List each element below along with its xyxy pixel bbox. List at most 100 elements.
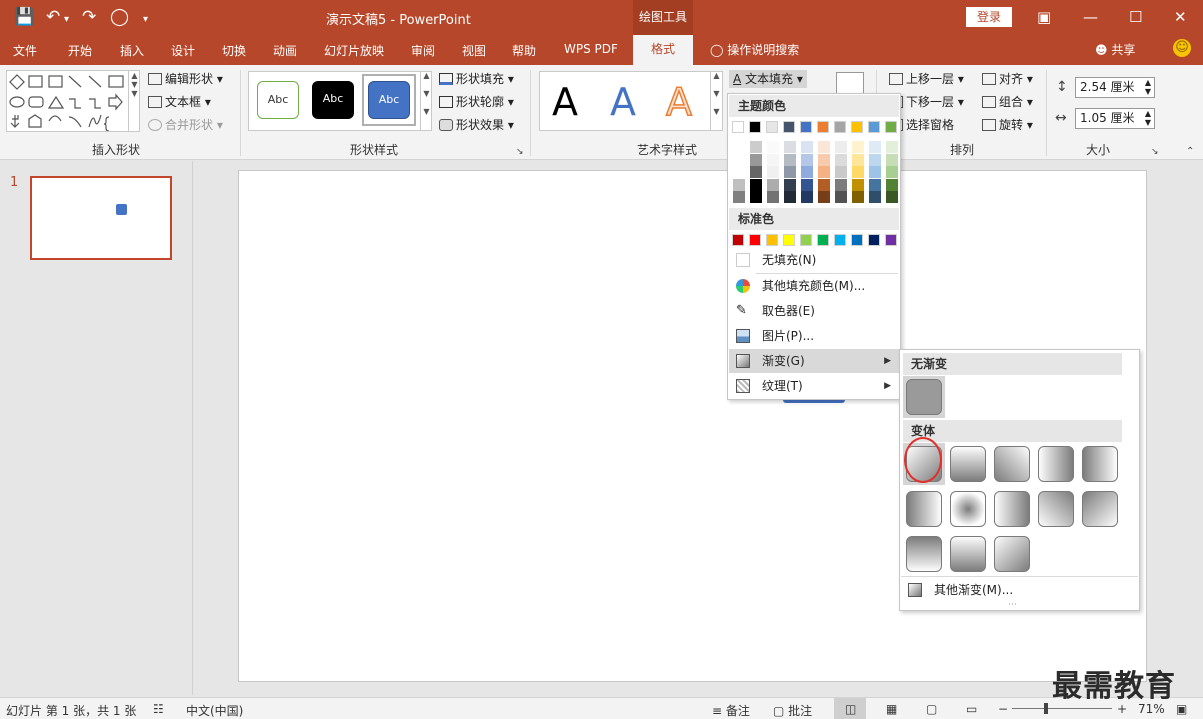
theme-shade-swatch[interactable] [784,153,796,166]
theme-color-swatch[interactable] [800,121,812,133]
theme-shade-swatch[interactable] [750,141,762,153]
comments-button[interactable]: ▢ 批注 [773,702,812,719]
theme-shade-swatch[interactable] [801,178,813,191]
standard-color-swatch[interactable] [783,234,795,246]
theme-shade-swatch[interactable] [835,191,847,203]
gradient-variant-4[interactable] [1038,446,1074,482]
theme-shade-swatch[interactable] [784,166,796,178]
theme-shade-swatch[interactable] [750,191,762,203]
more-fill-colors-item[interactable]: 其他填充颜色(M)... [729,274,899,298]
zoom-slider-thumb[interactable] [1044,703,1048,714]
gradient-variant-13[interactable] [994,536,1030,572]
theme-shade-swatch[interactable] [886,191,898,203]
slide-thumbnail[interactable] [30,176,172,260]
texture-fill-item[interactable]: 纹理(T) ▶ [729,374,899,398]
group-button[interactable]: 组合 ▾ [982,94,1033,110]
tab-design[interactable]: 设计 [171,42,195,59]
shape-width-input[interactable]: 1.05 厘米 ▲ ▼ [1075,108,1155,129]
theme-shade-swatch[interactable] [869,178,881,191]
standard-color-swatch[interactable] [766,234,778,246]
wordart-scroll[interactable]: ▲ ▼ ▼ [710,71,722,131]
align-button[interactable]: 对齐 ▾ [982,71,1033,87]
shape-style-blue[interactable]: Abc [368,81,410,119]
language-status[interactable]: 中文(中国) [186,702,243,719]
tell-me-search[interactable]: ◯ 操作说明搜索 [710,41,799,58]
no-fill-item[interactable]: 无填充(N) [729,248,899,272]
theme-shade-swatch[interactable] [784,178,796,191]
theme-shade-swatch[interactable] [801,191,813,203]
edit-shape-button[interactable]: 编辑形状 ▾ [148,71,223,87]
text-fill-button[interactable]: A 文本填充 ▾ [729,70,807,88]
tab-insert[interactable]: 插入 [120,42,144,59]
theme-shade-swatch[interactable] [733,178,745,191]
eyedropper-item[interactable]: ✎ 取色器(E) [729,299,899,323]
standard-color-swatch[interactable] [851,234,863,246]
slide-sorter-icon[interactable]: ▦ [886,702,897,716]
picture-fill-item[interactable]: 图片(P)... [729,324,899,348]
theme-shade-swatch[interactable] [801,166,813,178]
theme-shade-swatch[interactable] [767,166,779,178]
wordart-blue[interactable]: A [610,80,636,124]
theme-shade-swatch[interactable] [818,166,830,178]
theme-shade-swatch[interactable] [767,178,779,191]
collapse-ribbon-icon[interactable]: ⌃ [1186,145,1194,159]
gradient-variant-2[interactable] [950,446,986,482]
ribbon-display-options-icon[interactable]: ▣ [1037,7,1051,27]
standard-color-swatch[interactable] [732,234,744,246]
login-button[interactable]: 登录 [966,7,1012,27]
theme-shade-swatch[interactable] [767,141,779,153]
share-button[interactable]: ☻ 共享 [1095,41,1135,58]
shapes-gallery-scroll[interactable]: ▲ ▼ ▼ [128,71,140,131]
redo-icon[interactable]: ↷ [82,6,96,28]
theme-shade-swatch[interactable] [767,191,779,203]
tab-home[interactable]: 开始 [68,42,92,59]
tab-format[interactable]: 格式 [633,35,693,65]
theme-shade-swatch[interactable] [818,141,830,153]
shape-height-input[interactable]: 2.54 厘米 ▲ ▼ [1075,77,1155,98]
theme-shade-swatch[interactable] [869,166,881,178]
menu-resize-grip-icon[interactable]: ⋯ [1008,600,1018,610]
more-gradients-item[interactable]: 其他渐变(M)... [901,578,1138,602]
theme-shade-swatch[interactable] [869,153,881,166]
close-icon[interactable]: ✕ [1174,7,1187,27]
gradient-variant-11[interactable] [906,536,942,572]
theme-shade-swatch[interactable] [818,178,830,191]
wordart-orange-outline[interactable]: A [665,79,693,125]
tab-wps-pdf[interactable]: WPS PDF [564,42,618,56]
theme-shade-swatch[interactable] [784,141,796,153]
theme-shade-swatch[interactable] [869,141,881,153]
gradient-variant-3[interactable] [994,446,1030,482]
theme-color-swatch[interactable] [885,121,897,133]
shape-effect-button[interactable]: 形状效果 ▾ [439,117,514,133]
theme-shade-swatch[interactable] [835,153,847,166]
feedback-smiley-icon[interactable]: ☺ [1173,39,1191,57]
theme-shade-swatch[interactable] [886,166,898,178]
tab-slideshow[interactable]: 幻灯片放映 [324,42,384,59]
reading-view-icon[interactable]: ▢ [926,702,937,716]
theme-shade-swatch[interactable] [818,153,830,166]
theme-color-swatch[interactable] [817,121,829,133]
standard-color-swatch[interactable] [885,234,897,246]
theme-shade-swatch[interactable] [733,191,745,203]
theme-color-swatch[interactable] [868,121,880,133]
theme-shade-swatch[interactable] [852,166,864,178]
theme-shade-swatch[interactable] [733,153,745,166]
shape-style-black[interactable]: Abc [312,81,354,119]
tab-file[interactable]: 文件 [13,42,37,59]
theme-shade-swatch[interactable] [750,153,762,166]
theme-shade-swatch[interactable] [886,153,898,166]
start-slideshow-icon[interactable]: ◯ [110,6,129,28]
theme-color-swatch[interactable] [766,121,778,133]
theme-shade-swatch[interactable] [801,153,813,166]
width-spinner-icon[interactable]: ▲ ▼ [1145,109,1151,127]
theme-shade-swatch[interactable] [869,191,881,203]
theme-color-swatch[interactable] [749,121,761,133]
undo-icon[interactable]: ↶ [46,6,60,28]
zoom-slider-track[interactable] [1012,708,1112,709]
spellcheck-icon[interactable]: ☷ [153,702,164,716]
standard-color-swatch[interactable] [800,234,812,246]
theme-shade-swatch[interactable] [818,191,830,203]
theme-shade-swatch[interactable] [784,191,796,203]
bring-forward-button[interactable]: 上移一层 ▾ [889,71,964,87]
size-launcher-icon[interactable]: ↘ [1151,145,1159,159]
